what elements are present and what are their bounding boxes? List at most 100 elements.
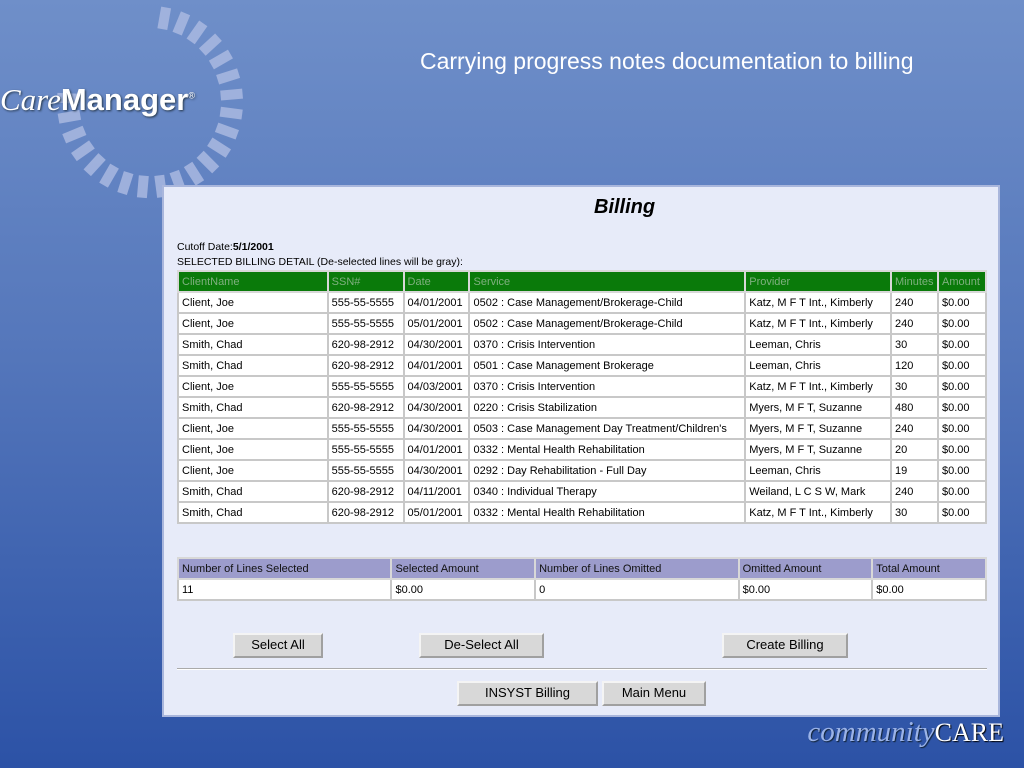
summary-header: Selected Amount — [390, 557, 537, 580]
ring-segment — [208, 49, 233, 70]
table-cell: 30 — [890, 501, 939, 524]
table-cell: Myers, M F T, Suzanne — [744, 396, 892, 419]
table-cell: 20 — [890, 438, 939, 461]
table-row[interactable]: Client, Joe 555-55-5555 04/03/2001 0370 : C… — [177, 375, 988, 398]
summary-value: $0.00 — [390, 578, 537, 601]
table-cell: 480 — [890, 396, 939, 419]
summary-header: Number of Lines Omitted — [534, 557, 740, 580]
table-cell: Client, Joe — [177, 312, 329, 335]
ring-segment — [220, 88, 243, 101]
summary-value: 0 — [534, 578, 740, 601]
table-cell: Katz, M F T Int., Kimberly — [744, 291, 892, 314]
table-cell: Smith, Chad — [177, 354, 329, 377]
table-cell: 04/30/2001 — [402, 396, 471, 419]
detail-label: SELECTED BILLING DETAIL (De-selected lin… — [177, 256, 463, 268]
deselect-all-button[interactable]: De-Select All — [419, 633, 544, 658]
table-cell: $0.00 — [936, 438, 988, 461]
table-cell: 0292 : Day Rehabilitation - Full Day — [468, 459, 747, 482]
table-row[interactable]: Smith, Chad 620-98-2912 04/30/2001 0370 : C… — [177, 333, 988, 356]
table-cell: 620-98-2912 — [326, 396, 405, 419]
table-cell: Weiland, L C S W, Mark — [744, 480, 892, 503]
table-cell: 0332 : Mental Health Rehabilitation — [468, 501, 747, 524]
table-cell: Client, Joe — [177, 375, 329, 398]
table-cell: 04/30/2001 — [402, 459, 471, 482]
table-cell: $0.00 — [936, 333, 988, 356]
ring-segment — [157, 6, 172, 30]
table-cell: Smith, Chad — [177, 333, 329, 356]
table-cell: 0370 : Crisis Intervention — [468, 375, 747, 398]
table-cell: 240 — [890, 291, 939, 314]
column-header: Provider — [744, 270, 892, 293]
divider — [177, 668, 987, 670]
table-cell: 555-55-5555 — [326, 291, 405, 314]
table-cell: Client, Joe — [177, 417, 329, 440]
table-cell: 04/01/2001 — [402, 438, 471, 461]
table-cell: 240 — [890, 417, 939, 440]
table-cell: Myers, M F T, Suzanne — [744, 438, 892, 461]
table-cell: Myers, M F T, Suzanne — [744, 417, 892, 440]
table-cell: 620-98-2912 — [326, 480, 405, 503]
table-cell: 0502 : Case Management/Brokerage-Child — [468, 291, 747, 314]
table-cell: 0332 : Mental Health Rehabilitation — [468, 438, 747, 461]
table-row[interactable]: Smith, Chad 620-98-2912 04/01/2001 0501 : C… — [177, 354, 988, 377]
ring-segment — [62, 125, 87, 144]
ring-segment — [71, 140, 95, 162]
table-cell: 0502 : Case Management/Brokerage-Child — [468, 312, 747, 335]
main-menu-button[interactable]: Main Menu — [602, 681, 706, 706]
select-all-button[interactable]: Select All — [233, 633, 323, 658]
table-cell: 555-55-5555 — [326, 459, 405, 482]
table-cell: 620-98-2912 — [326, 354, 405, 377]
billing-panel: Billing Cutoff Date:5/1/2001 SELECTED BI… — [162, 185, 1000, 717]
column-header: Minutes — [890, 270, 939, 293]
table-cell: 0501 : Case Management Brokerage — [468, 354, 747, 377]
ring-segment — [214, 122, 240, 140]
table-cell: 04/03/2001 — [402, 375, 471, 398]
table-cell: 120 — [890, 354, 939, 377]
create-billing-button[interactable]: Create Billing — [722, 633, 848, 658]
ring-segment — [117, 171, 134, 196]
table-row[interactable]: Smith, Chad 620-98-2912 04/30/2001 0220 : C… — [177, 396, 988, 419]
community-care-logo: communityCARE — [807, 716, 1004, 748]
column-header: ClientName — [177, 270, 329, 293]
ring-segment — [219, 106, 243, 120]
table-cell: $0.00 — [936, 480, 988, 503]
table-cell: $0.00 — [936, 501, 988, 524]
insyst-billing-button[interactable]: INSYST Billing — [457, 681, 598, 706]
table-row[interactable]: Client, Joe 555-55-5555 04/30/2001 0503 : C… — [177, 417, 988, 440]
ring-segment — [183, 161, 205, 186]
caremanager-logo: CareManager® — [0, 82, 195, 117]
table-cell: Katz, M F T Int., Kimberly — [744, 501, 892, 524]
table-row[interactable]: Client, Joe 555-55-5555 04/01/2001 0332 : M… — [177, 438, 988, 461]
ring-segment — [196, 150, 220, 174]
summary-header: Total Amount — [871, 557, 987, 580]
ring-segment — [136, 175, 149, 199]
ring-segment — [198, 33, 222, 56]
table-cell: 30 — [890, 333, 939, 356]
table-cell: 620-98-2912 — [326, 501, 405, 524]
table-cell: 04/01/2001 — [402, 291, 471, 314]
billing-detail-table: ClientName SSN# Date Service Provider Minutes… — [177, 270, 988, 524]
table-cell: 555-55-5555 — [326, 438, 405, 461]
table-cell: Leeman, Chris — [744, 354, 892, 377]
table-cell: 05/01/2001 — [402, 501, 471, 524]
table-row[interactable]: Client, Joe 555-55-5555 04/01/2001 0502 : C… — [177, 291, 988, 314]
table-cell: Leeman, Chris — [744, 333, 892, 356]
table-cell: 555-55-5555 — [326, 417, 405, 440]
table-cell: Katz, M F T Int., Kimberly — [744, 375, 892, 398]
column-header: SSN# — [326, 270, 405, 293]
table-cell: Leeman, Chris — [744, 459, 892, 482]
table-cell: Client, Joe — [177, 438, 329, 461]
table-cell: $0.00 — [936, 354, 988, 377]
table-cell: Client, Joe — [177, 459, 329, 482]
table-row[interactable]: Client, Joe 555-55-5555 04/30/2001 0292 : D… — [177, 459, 988, 482]
table-cell: Smith, Chad — [177, 501, 329, 524]
table-cell: Smith, Chad — [177, 396, 329, 419]
ring-segment — [99, 163, 119, 188]
table-row[interactable]: Smith, Chad 620-98-2912 04/11/2001 0340 : I… — [177, 480, 988, 503]
table-row[interactable]: Smith, Chad 620-98-2912 05/01/2001 0332 : M… — [177, 501, 988, 524]
table-cell: 240 — [890, 480, 939, 503]
table-cell: 04/30/2001 — [402, 417, 471, 440]
table-cell: Smith, Chad — [177, 480, 329, 503]
table-row[interactable]: Client, Joe 555-55-5555 05/01/2001 0502 : C… — [177, 312, 988, 335]
cutoff-date: Cutoff Date:5/1/2001 — [177, 241, 274, 253]
